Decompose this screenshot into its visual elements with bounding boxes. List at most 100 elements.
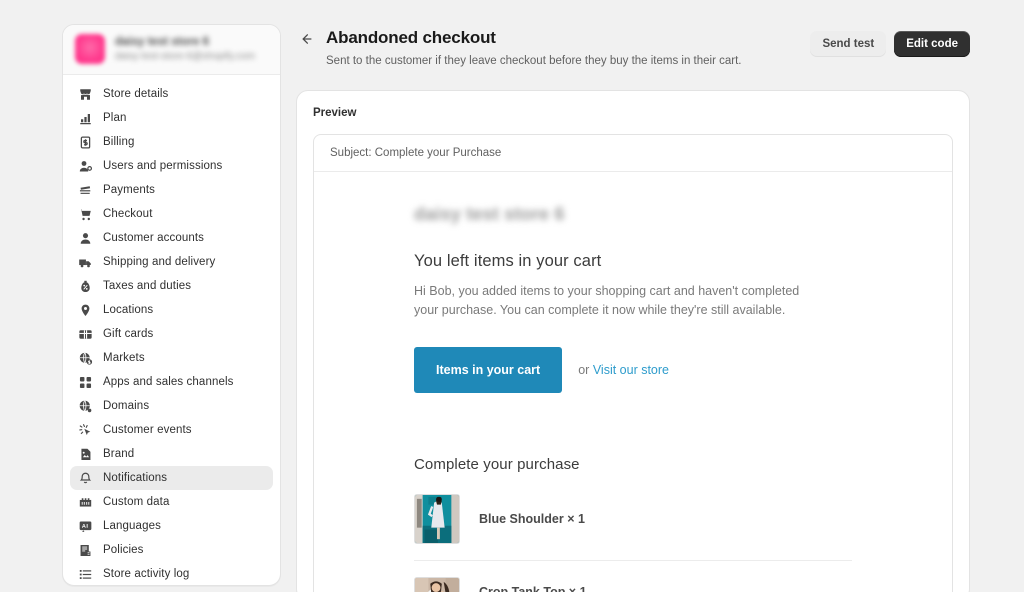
sidebar-item-locations[interactable]: Locations (70, 298, 273, 322)
or-label: or (578, 363, 590, 377)
image-icon (78, 447, 93, 462)
sidebar-item-label: Users and permissions (103, 160, 223, 172)
sidebar-item-customer-events[interactable]: Customer events (70, 418, 273, 442)
send-test-button[interactable]: Send test (810, 31, 887, 57)
email-subject: Subject: Complete your Purchase (314, 135, 952, 172)
email-body: daisy test store 6 You left items in you… (314, 172, 952, 592)
email-store-logo: daisy test store 6 (414, 204, 565, 224)
sidebar-item-billing[interactable]: Billing (70, 130, 273, 154)
sidebar-item-label: Customer accounts (103, 232, 205, 244)
globe-icon (78, 399, 93, 414)
email-body-text: Hi Bob, you added items to your shopping… (414, 284, 800, 317)
sidebar-item-custom-data[interactable]: Custom data (70, 490, 273, 514)
preview-card: Preview Subject: Complete your Purchase … (296, 90, 970, 592)
languages-icon (78, 519, 93, 534)
billing-receipt-icon (78, 135, 93, 150)
page-header: Abandoned checkout Sent to the customer … (296, 0, 1024, 69)
sidebar-item-notifications[interactable]: Notifications (70, 466, 273, 490)
sidebar-item-label: Apps and sales channels (103, 376, 234, 388)
sidebar-item-label: Shipping and delivery (103, 256, 216, 268)
bell-icon (78, 471, 93, 486)
back-button[interactable] (296, 29, 316, 49)
email-cta-row: Items in your cart or Visit our store (414, 347, 852, 393)
sidebar-item-customer-accounts[interactable]: Customer accounts (70, 226, 273, 250)
email-line-items: Blue Shoulder × 1 Crop Tank Top × 1 (414, 494, 852, 592)
email-items-heading: Complete your purchase (414, 456, 580, 473)
settings-sidebar: daisy test store 6 daisy-test-store-6@sh… (62, 24, 281, 586)
taxes-bag-icon (78, 279, 93, 294)
settings-notifications-page: daisy test store 6 daisy-test-store-6@sh… (0, 0, 1024, 592)
sidebar-item-store-activity-log[interactable]: Store activity log (70, 562, 273, 585)
main-content: Abandoned checkout Sent to the customer … (296, 0, 1024, 592)
sidebar-item-domains[interactable]: Domains (70, 394, 273, 418)
sidebar-item-label: Plan (103, 112, 127, 124)
sidebar-item-markets[interactable]: Markets (70, 346, 273, 370)
sidebar-item-label: Markets (103, 352, 145, 364)
sidebar-item-policies[interactable]: Policies (70, 538, 273, 562)
custom-data-icon (78, 495, 93, 510)
sidebar-item-label: Brand (103, 448, 135, 460)
users-icon (78, 159, 93, 174)
sidebar-item-label: Store details (103, 88, 169, 100)
arrow-left-icon (302, 34, 312, 44)
sidebar-item-shipping-and-delivery[interactable]: Shipping and delivery (70, 250, 273, 274)
sidebar-item-label: Gift cards (103, 328, 154, 340)
payments-card-icon (78, 183, 93, 198)
line-item-text: Blue Shoulder × 1 (479, 511, 585, 528)
sidebar-item-label: Domains (103, 400, 150, 412)
page-title: Abandoned checkout (326, 28, 496, 47)
email-preview-frame: Subject: Complete your Purchase daisy te… (313, 134, 953, 592)
blue-shoulder-dress-photo (415, 495, 459, 543)
sidebar-item-label: Customer events (103, 424, 192, 436)
truck-icon (78, 255, 93, 270)
sidebar-item-apps-and-sales-channels[interactable]: Apps and sales channels (70, 370, 273, 394)
edit-code-button[interactable]: Edit code (894, 31, 970, 57)
sidebar-item-label: Locations (103, 304, 154, 316)
store-header[interactable]: daisy test store 6 daisy-test-store-6@sh… (63, 25, 280, 75)
settings-nav-list: Store details Plan Billing Users and per… (63, 75, 280, 585)
store-name: daisy test store 6 (115, 36, 209, 48)
sidebar-item-gift-cards[interactable]: Gift cards (70, 322, 273, 346)
email-heading: You left items in your cart (414, 252, 602, 270)
email-inner: daisy test store 6 You left items in you… (314, 202, 952, 592)
globe-dollar-icon (78, 351, 93, 366)
person-icon (78, 231, 93, 246)
policies-icon (78, 543, 93, 558)
cursor-click-icon (78, 423, 93, 438)
sidebar-item-label: Billing (103, 136, 135, 148)
email-cta-alt: or Visit our store (578, 363, 669, 377)
apps-grid-icon (78, 375, 93, 390)
sidebar-item-label: Custom data (103, 496, 170, 508)
gift-card-icon (78, 327, 93, 342)
sidebar-item-languages[interactable]: Languages (70, 514, 273, 538)
items-in-your-cart-button[interactable]: Items in your cart (414, 347, 563, 393)
sidebar-item-plan[interactable]: Plan (70, 106, 273, 130)
sidebar-item-label: Notifications (103, 472, 168, 484)
page-header-actions: Send test Edit code (810, 24, 1024, 57)
line-item: Blue Shoulder × 1 (414, 494, 852, 560)
sidebar-item-checkout[interactable]: Checkout (70, 202, 273, 226)
sidebar-item-brand[interactable]: Brand (70, 442, 273, 466)
store-icon (78, 87, 93, 102)
sidebar-item-taxes-and-duties[interactable]: Taxes and duties (70, 274, 273, 298)
store-meta: daisy test store 6 daisy-test-store-6@sh… (115, 35, 268, 63)
line-item-name: Blue Shoulder × 1 (479, 511, 585, 526)
preview-section-title: Preview (313, 107, 357, 119)
sidebar-item-label: Payments (103, 184, 156, 196)
store-avatar (75, 34, 105, 64)
crop-tank-top-photo (415, 578, 459, 592)
visit-our-store-link[interactable]: Visit our store (593, 363, 669, 377)
sidebar-item-store-details[interactable]: Store details (70, 82, 273, 106)
sidebar-item-label: Taxes and duties (103, 280, 192, 292)
product-thumbnail (414, 494, 460, 544)
line-item: Crop Tank Top × 1 White / Small (414, 561, 852, 592)
sidebar-item-label: Store activity log (103, 568, 190, 580)
line-item-name: Crop Tank Top × 1 (479, 585, 587, 592)
product-thumbnail (414, 577, 460, 592)
sidebar-item-label: Policies (103, 544, 144, 556)
sidebar-item-users-and-permissions[interactable]: Users and permissions (70, 154, 273, 178)
sidebar-item-payments[interactable]: Payments (70, 178, 273, 202)
sidebar-item-label: Languages (103, 520, 161, 532)
store-email: daisy-test-store-6@shopify.com (115, 51, 256, 62)
page-titles: Abandoned checkout Sent to the customer … (326, 24, 742, 69)
